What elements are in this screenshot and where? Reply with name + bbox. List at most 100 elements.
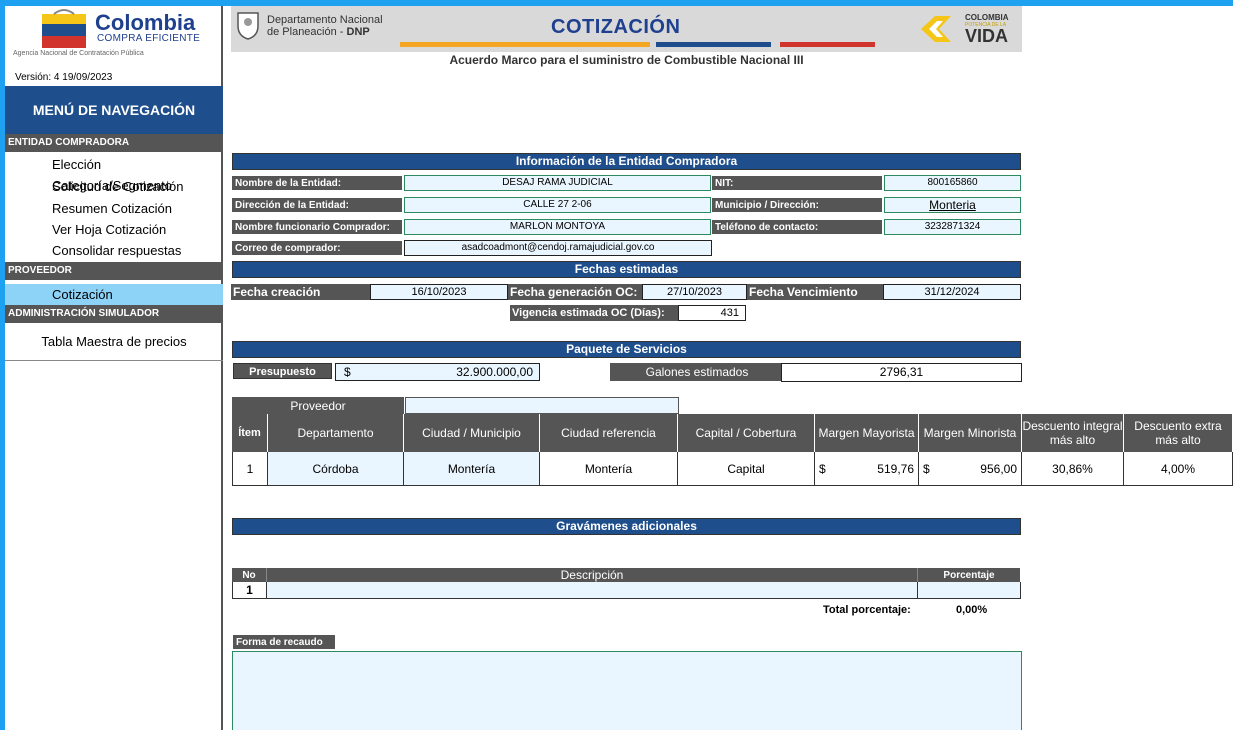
col-ciudad-municipio: Ciudad / Municipio (404, 414, 540, 452)
nombre-entidad-field[interactable]: DESAJ RAMA JUDICIAL (404, 175, 711, 191)
cell-margen-mayorista: $ 519,76 (815, 452, 919, 486)
fecha-vencimiento-field[interactable]: 31/12/2024 (883, 284, 1021, 300)
grav-col-descripcion: Descripción (267, 568, 918, 582)
col-ciudad-referencia: Ciudad referencia (540, 414, 678, 452)
vigencia-field[interactable]: 431 (678, 305, 746, 321)
galones-field[interactable]: 2796,31 (781, 363, 1022, 382)
grav-col-porcentaje: Porcentaje (918, 568, 1021, 582)
cotizacion-sheet: Departamento Nacional de Planeación - DN… (231, 6, 1233, 730)
mayorista-value: 519,76 (877, 461, 914, 476)
dnp-shield-icon (237, 12, 259, 40)
cell-descuento-integral: 30,86% (1022, 452, 1124, 486)
presupuesto-value: 32.900.000,00 (456, 365, 533, 379)
telefono-field[interactable]: 3232871324 (884, 219, 1021, 235)
menu-item-consolidar-respuestas[interactable]: Consolidar respuestas (5, 240, 223, 261)
cell-departamento: Córdoba (268, 452, 404, 486)
dnp-line2: de Planeación - (267, 26, 347, 38)
colombia-vida-logo: COLOMBIA POTENCIA DE LA VIDA (921, 12, 1019, 46)
municipio-field[interactable]: Monteria (884, 197, 1021, 213)
mayorista-currency: $ (819, 461, 826, 476)
cell-capital: Capital (678, 452, 815, 486)
presupuesto-label: Presupuesto (233, 363, 332, 379)
band-paquete-servicios: Paquete de Servicios (232, 341, 1021, 358)
logo-agency: Agencia Nacional de Contratación Pública (13, 50, 144, 57)
total-porcentaje-value: 0,00% (956, 604, 988, 616)
col-capital-cobertura: Capital / Cobertura (678, 414, 815, 452)
menu-item-eleccion-categoria[interactable]: Elección Categoría/Segmento (5, 154, 223, 193)
page-title: COTIZACIÓN (551, 16, 681, 38)
accent-bar-orange (400, 42, 650, 47)
correo-field[interactable]: asadcoadmont@cendoj.ramajudicial.gov.co (404, 240, 712, 256)
menu-item-cotizacion[interactable]: Cotización (5, 284, 223, 305)
total-porcentaje-label: Total porcentaje: (823, 604, 911, 616)
vida-line1: COLOMBIA (965, 13, 1009, 22)
menu-title: MENÚ DE NAVEGACIÓN (5, 86, 223, 134)
logo-subtitle: COMPRA EFICIENTE (97, 33, 201, 44)
presupuesto-currency: $ (344, 365, 351, 379)
funcionario-label: Nombre funcionario Comprador: (231, 219, 403, 235)
forma-recaudo-label: Forma de recaudo (232, 634, 336, 650)
fecha-generacion-label: Fecha generación OC: (508, 284, 642, 300)
nit-label: NIT: (711, 175, 883, 191)
sidebar-divider (5, 360, 223, 361)
cell-ciudad-municipio: Montería (404, 452, 540, 486)
galones-label: Galones estimados (610, 363, 782, 381)
vigencia-label: Vigencia estimada OC (Días): (510, 305, 678, 321)
forma-recaudo-textarea[interactable] (232, 651, 1022, 730)
proveedor-field[interactable] (405, 397, 679, 414)
col-item: Ítem (232, 414, 268, 452)
nit-field[interactable]: 800165860 (884, 175, 1021, 191)
col-descuento-integral: Descuento integral más alto (1022, 414, 1124, 452)
grav-row-porcentaje[interactable] (918, 582, 1021, 599)
band-fechas-estimadas: Fechas estimadas (232, 261, 1021, 278)
correo-label: Correo de comprador: (231, 240, 403, 256)
page-header: Departamento Nacional de Planeación - DN… (231, 6, 1022, 52)
grav-row-descripcion[interactable] (267, 582, 918, 599)
navigation-sidebar: Colombia COMPRA EFICIENTE Agencia Nacion… (5, 6, 223, 730)
vida-mark-icon (921, 16, 951, 42)
menu-item-tabla-maestra[interactable]: Tabla Maestra de precios (5, 331, 223, 352)
accent-bar-blue (656, 42, 771, 47)
section-proveedor: PROVEEDOR (5, 262, 223, 280)
funcionario-field[interactable]: MARLON MONTOYA (404, 219, 711, 235)
menu-item-ver-hoja-cotizacion[interactable]: Ver Hoja Cotización (5, 219, 223, 240)
cell-margen-minorista: $ 956,00 (919, 452, 1022, 486)
municipio-label: Municipio / Dirección: (711, 197, 883, 213)
col-descuento-extra: Descuento extra más alto (1124, 414, 1233, 452)
version-label: Versión: 4 19/09/2023 (15, 72, 113, 83)
telefono-label: Teléfono de contacto: (711, 219, 883, 235)
band-entidad-compradora: Información de la Entidad Compradora (232, 153, 1021, 170)
cell-descuento-extra: 4,00% (1124, 452, 1233, 486)
colombia-flag-icon (42, 9, 86, 48)
nombre-entidad-label: Nombre de la Entidad: (231, 175, 403, 191)
vida-line3: VIDA (965, 26, 1009, 46)
cell-item: 1 (232, 452, 268, 486)
accent-bar-red (780, 42, 875, 47)
fecha-creacion-field[interactable]: 16/10/2023 (370, 284, 508, 300)
colombia-compra-logo: Colombia COMPRA EFICIENTE Agencia Nacion… (5, 6, 218, 66)
proveedor-label: Proveedor (232, 397, 405, 414)
minorista-currency: $ (923, 461, 930, 476)
direccion-field[interactable]: CALLE 27 2-06 (404, 197, 711, 213)
minorista-value: 956,00 (980, 461, 1017, 476)
section-administracion-simulador: ADMINISTRACIÓN SIMULADOR (5, 305, 223, 323)
col-margen-mayorista: Margen Mayorista (815, 414, 919, 452)
fecha-creacion-label: Fecha creación solicitud (231, 284, 370, 315)
grav-col-no: No (232, 568, 267, 582)
dnp-line1: Departamento Nacional (267, 14, 383, 26)
menu-item-solicitud-cotizacion[interactable]: Solicitud de Cotización (5, 176, 223, 197)
fecha-vencimiento-label: Fecha Vencimiento OC: (747, 284, 883, 315)
col-margen-minorista: Margen Minorista (919, 414, 1022, 452)
dnp-acronym: DNP (346, 26, 370, 38)
cell-ciudad-referencia: Montería (540, 452, 678, 486)
page-subtitle: Acuerdo Marco para el suministro de Comb… (449, 53, 804, 67)
presupuesto-field[interactable]: $ 32.900.000,00 (335, 363, 540, 381)
col-departamento: Departamento (268, 414, 404, 452)
menu-item-resumen-cotizacion[interactable]: Resumen Cotización (5, 198, 223, 219)
direccion-label: Dirección de la Entidad: (231, 197, 403, 213)
dnp-label: Departamento Nacional de Planeación - DN… (267, 14, 383, 38)
section-entidad-compradora: ENTIDAD COMPRADORA (5, 134, 223, 152)
band-gravamenes: Gravámenes adicionales (232, 518, 1021, 535)
fecha-generacion-field[interactable]: 27/10/2023 (642, 284, 747, 300)
grav-row-no: 1 (232, 582, 267, 599)
